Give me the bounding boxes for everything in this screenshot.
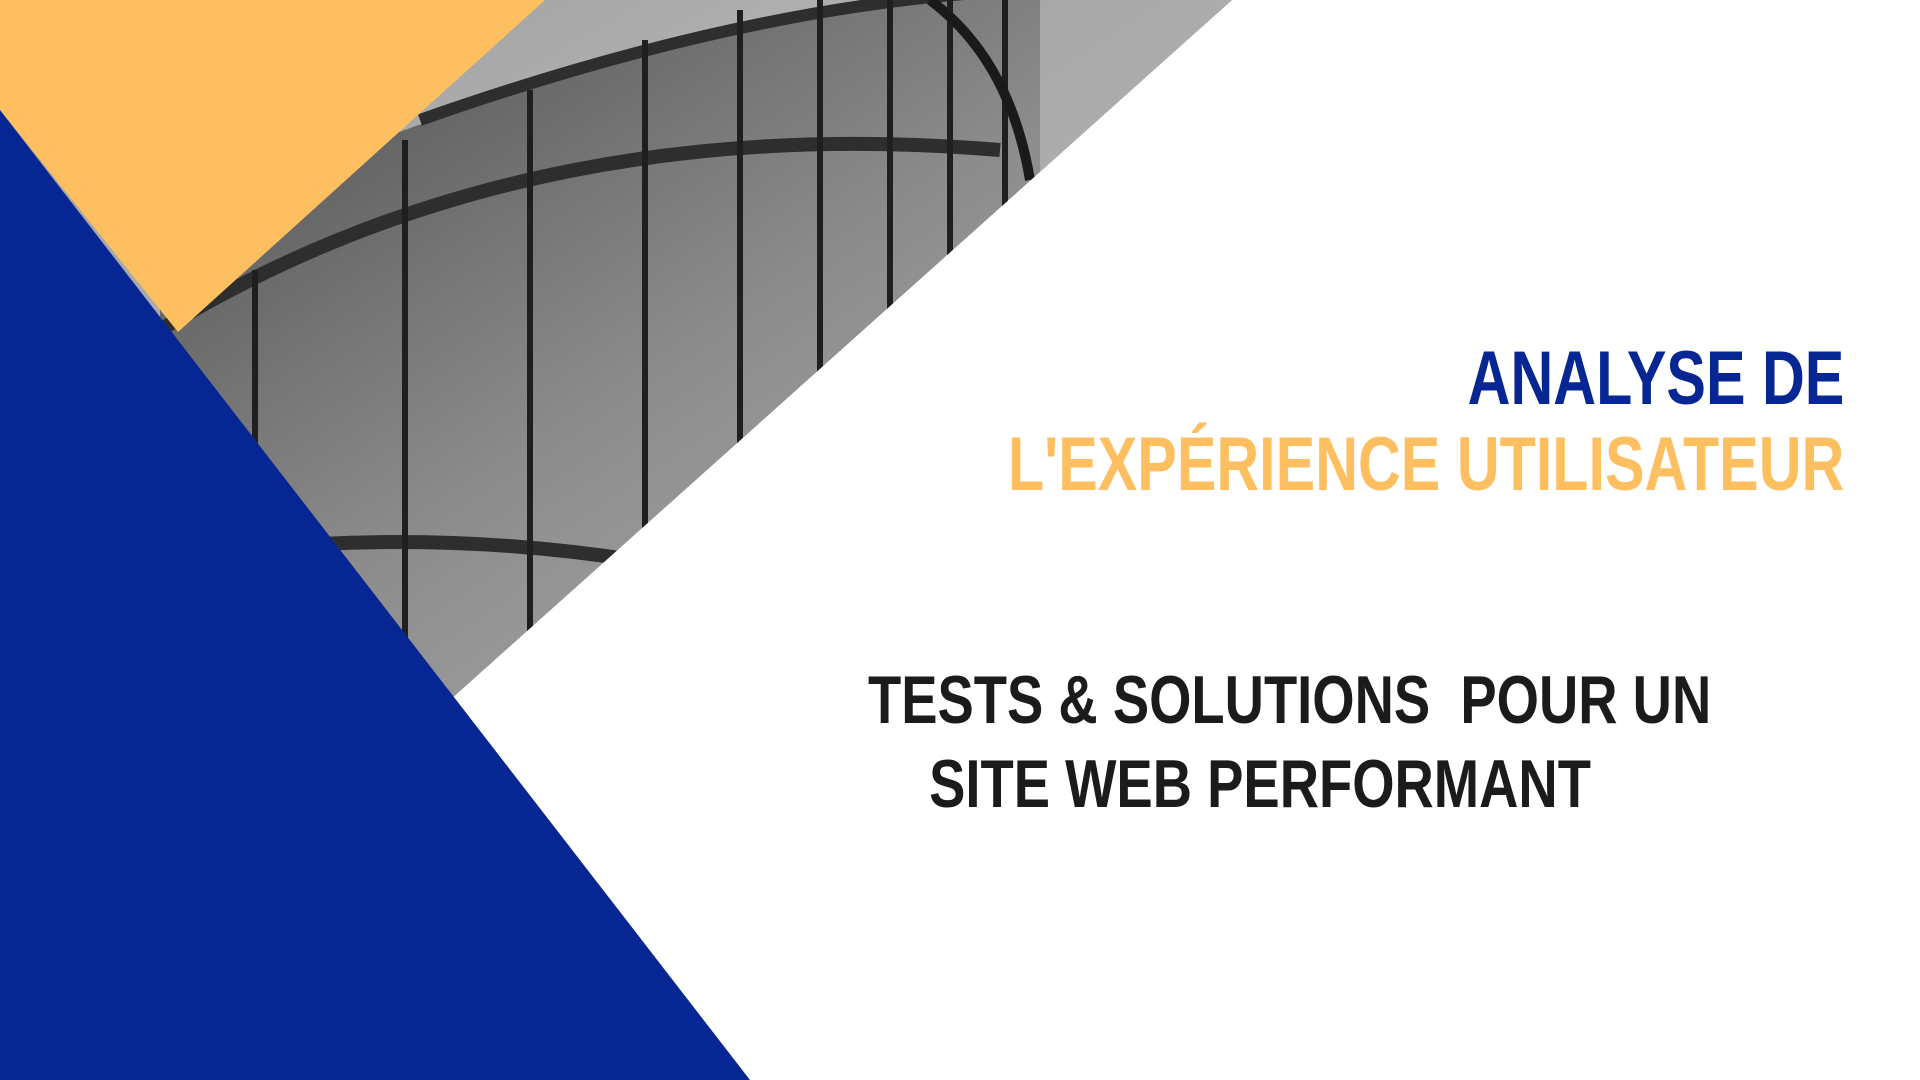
title-line-1: ANALYSE DE [1467,336,1844,421]
banner-canvas: ANALYSE DE L'EXPÉRIENCE UTILISATEUR TEST… [0,0,1920,1080]
subtitle-line-1: TESTS & SOLUTIONS POUR UN [868,662,1712,738]
title-line-2: L'EXPÉRIENCE UTILISATEUR [1007,422,1844,507]
title: ANALYSE DE L'EXPÉRIENCE UTILISATEUR [772,336,1844,508]
subtitle: TESTS & SOLUTIONS POUR UN SITE WEB PERFO… [770,658,1750,826]
banner-background [0,0,1232,1080]
subtitle-line-2: SITE WEB PERFORMANT [929,746,1591,822]
